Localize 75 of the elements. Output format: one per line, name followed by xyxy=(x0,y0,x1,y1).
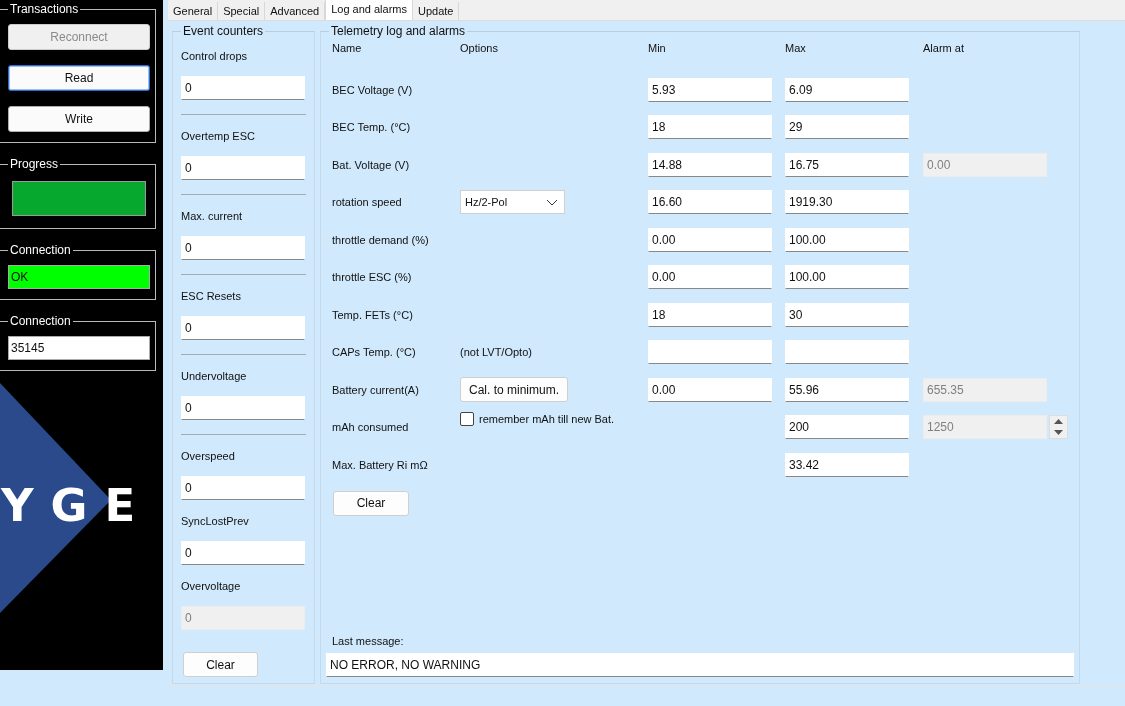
input-field[interactable]: 0.00 xyxy=(648,227,772,252)
column-header: Min xyxy=(648,41,667,56)
dropdown[interactable]: Hz/2-Pol xyxy=(460,190,565,214)
tab[interactable]: General xyxy=(168,2,219,20)
input-field[interactable]: 18 xyxy=(648,115,772,139)
checkbox[interactable] xyxy=(460,412,474,426)
row-label: Bat. Voltage (V) xyxy=(332,157,411,173)
group-title: Connection xyxy=(9,243,72,257)
input-field[interactable]: 100.00 xyxy=(785,265,909,289)
row-label: BEC Voltage (V) xyxy=(332,82,414,98)
tab[interactable]: Log and alarms xyxy=(325,0,413,20)
field-label: Last message: xyxy=(332,634,405,649)
row-label: throttle ESC (%) xyxy=(332,270,413,285)
input-field[interactable]: 16.60 xyxy=(648,190,772,214)
input-field[interactable]: 33.42 xyxy=(785,452,909,477)
input-field[interactable]: 0.00 xyxy=(648,265,772,289)
input-field[interactable]: 0 xyxy=(181,541,305,565)
row-label: mAh consumed xyxy=(332,420,410,435)
input-field[interactable]: 0 xyxy=(181,236,305,260)
row-label: Max. Battery Ri mΩ xyxy=(332,457,429,473)
status-field: OK xyxy=(8,265,150,289)
input-field[interactable]: 0 xyxy=(181,396,305,420)
clear-button[interactable]: Clear xyxy=(333,490,409,516)
input-field[interactable]: 200 xyxy=(785,415,909,439)
field-label: SyncLostPrev xyxy=(181,514,250,529)
input-field[interactable]: 5.93 xyxy=(648,77,772,102)
tab[interactable]: Special xyxy=(218,2,266,20)
column-header: Alarm at xyxy=(923,41,965,56)
input-field[interactable]: 35145 xyxy=(8,336,150,360)
checkbox-label: remember mAh till new Bat. xyxy=(479,413,615,425)
input-field[interactable] xyxy=(785,340,909,364)
message-field: NO ERROR, NO WARNING xyxy=(326,653,1074,677)
tab[interactable]: Update xyxy=(413,2,460,20)
input-field[interactable]: 16.75 xyxy=(785,152,909,177)
input-field[interactable] xyxy=(648,340,772,364)
row-label: CAPs Temp. (°C) xyxy=(332,345,417,360)
row-label: BEC Temp. (°C) xyxy=(332,120,412,135)
row-label: rotation speed xyxy=(332,195,403,210)
clear-button[interactable]: Clear xyxy=(183,652,258,677)
input-field[interactable]: 0 xyxy=(181,476,305,500)
column-header: Max xyxy=(785,41,807,56)
group-title: Event counters xyxy=(182,24,265,38)
group-title: Progress xyxy=(9,157,60,171)
row-label: Temp. FETs (°C) xyxy=(332,307,414,323)
input-field[interactable]: 30 xyxy=(785,302,909,327)
field-label: ESC Resets xyxy=(181,289,242,304)
row-label: Battery current(A) xyxy=(332,382,420,398)
field-label: Undervoltage xyxy=(181,369,248,384)
push-button[interactable]: Write xyxy=(8,106,150,132)
input-field[interactable]: 18 xyxy=(648,302,772,327)
input-field[interactable]: 0 xyxy=(181,156,305,180)
row-label: throttle demand (%) xyxy=(332,232,430,248)
field-label: Overvoltage xyxy=(181,579,242,594)
note-text: (not LVT/Opto) xyxy=(460,345,532,360)
group-title: Connection xyxy=(9,314,72,328)
input-field[interactable]: 1919.30 xyxy=(785,190,909,214)
calibrate-button[interactable]: Cal. to minimum. xyxy=(460,377,569,402)
input-field[interactable]: 14.88 xyxy=(648,152,772,177)
field-label: Overtemp ESC xyxy=(181,129,256,144)
input-field[interactable]: 0 xyxy=(181,316,305,340)
input-field[interactable]: 6.09 xyxy=(785,77,909,102)
column-header: Name xyxy=(332,41,363,56)
input-field[interactable]: 29 xyxy=(785,115,909,139)
chevron-down-icon xyxy=(546,198,558,206)
field-label: Control drops xyxy=(181,49,249,64)
input-field[interactable]: 55.96 xyxy=(785,377,909,402)
push-button[interactable]: Read xyxy=(8,65,150,91)
input-field[interactable]: 100.00 xyxy=(785,227,909,252)
group-title: Transactions xyxy=(9,2,80,16)
field-label: Max. current xyxy=(181,209,244,224)
column-header: Options xyxy=(460,41,499,56)
group-title: Telemetry log and alarms xyxy=(330,24,467,38)
field-label: Overspeed xyxy=(181,449,236,464)
input-field[interactable]: 0.00 xyxy=(648,377,772,402)
input-field[interactable]: 0 xyxy=(181,76,305,100)
